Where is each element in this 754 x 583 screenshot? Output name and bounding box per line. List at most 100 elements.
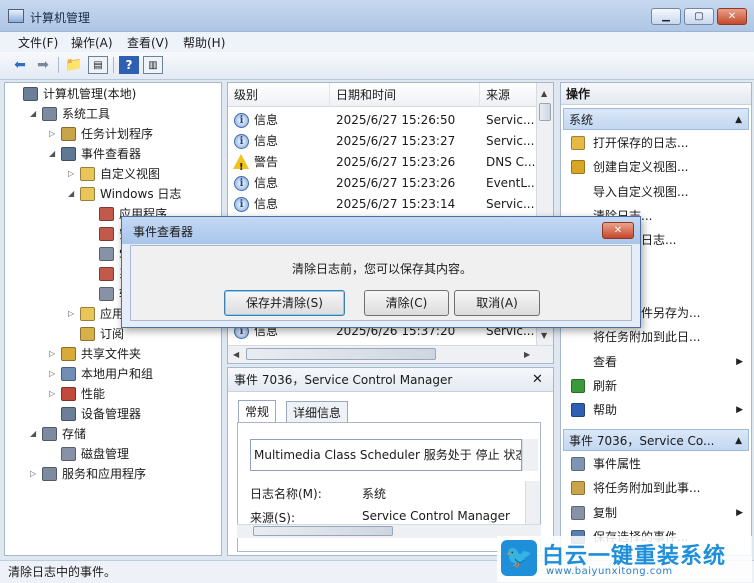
collapsed-arrow-icon[interactable]: ▷ (30, 464, 40, 484)
column-header-datetime[interactable]: 日期和时间 (330, 83, 480, 107)
expanded-arrow-icon[interactable]: ◢ (30, 424, 40, 444)
detail-scroll-thumb[interactable] (253, 526, 393, 536)
action-item-label: 创建自定义视图... (593, 160, 689, 175)
table-row[interactable]: ! 警告 2025/6/27 15:23:26 DNS C... (228, 152, 538, 173)
table-row[interactable]: i 信息 2025/6/27 15:23:14 Servic... (228, 194, 538, 215)
collapsed-arrow-icon[interactable]: ▷ (49, 384, 59, 404)
column-header-source[interactable]: 来源 (480, 83, 538, 107)
menu-file[interactable]: 文件(F) (18, 34, 58, 51)
up-folder-icon[interactable]: 📁 (64, 56, 84, 74)
tree-item[interactable]: ▷ 服务和应用程序 (5, 464, 221, 484)
dialog-title-bar[interactable]: 事件查看器 ✕ (122, 217, 640, 244)
collapsed-arrow-icon[interactable]: ▷ (49, 124, 59, 144)
close-window-button[interactable]: ✕ (717, 8, 747, 25)
dialog-close-button[interactable]: ✕ (602, 222, 634, 239)
actions-section-event[interactable]: 事件 7036，Service Co... ▲ (563, 429, 749, 451)
dialog-title: 事件查看器 (133, 225, 194, 239)
log-icon (99, 247, 114, 261)
action-item[interactable]: 将任务附加到此日... (565, 326, 749, 348)
scroll-left-arrow[interactable]: ◀ (233, 350, 239, 359)
actions-section-system[interactable]: 系统 ▲ (563, 108, 749, 130)
event-description[interactable]: Multimedia Class Scheduler 服务处于 停止 状态 (250, 439, 522, 471)
show-hide-action-pane-icon[interactable]: ▥ (143, 56, 163, 74)
row-level: 信息 (254, 176, 279, 190)
tree-item-label: 计算机管理(本地) (43, 87, 137, 101)
description-scrollbar[interactable] (522, 439, 538, 471)
computer-management-icon (8, 9, 24, 23)
tree-item[interactable]: 计算机管理(本地) (5, 84, 221, 104)
help-icon[interactable]: ? (119, 56, 139, 74)
cancel-button[interactable]: 取消(A) (454, 290, 540, 316)
menu-action[interactable]: 操作(A) (71, 34, 113, 51)
tree-item[interactable]: 设备管理器 (5, 404, 221, 424)
toolbar-separator (113, 57, 114, 73)
column-header-level[interactable]: 级别 (228, 83, 330, 107)
scroll-thumb[interactable] (539, 103, 551, 121)
tree-item[interactable]: ◢ 存储 (5, 424, 221, 444)
warning-icon: ! (233, 154, 249, 173)
expanded-arrow-icon[interactable]: ◢ (68, 184, 78, 204)
scroll-up-arrow[interactable]: ▲ (541, 89, 547, 98)
tab-details[interactable]: 详细信息 (286, 401, 349, 423)
collapsed-arrow-icon[interactable]: ▷ (68, 164, 78, 184)
action-item[interactable]: 复制 ▶ (565, 502, 749, 524)
collapse-arrow-icon[interactable]: ▲ (735, 109, 742, 129)
detail-horizontal-scrollbar[interactable] (237, 524, 541, 538)
tree-item[interactable]: ▷ 任务计划程序 (5, 124, 221, 144)
forward-arrow-icon[interactable]: ➡ (33, 56, 53, 74)
folder-icon (80, 307, 95, 321)
tree-item[interactable]: ◢ 事件查看器 (5, 144, 221, 164)
tree-item[interactable]: ▷ 共享文件夹 (5, 344, 221, 364)
scroll-down-arrow[interactable]: ▼ (541, 331, 547, 340)
table-row[interactable]: i 信息 2025/6/27 15:23:26 EventL... (228, 173, 539, 194)
collapsed-arrow-icon[interactable]: ▷ (49, 364, 59, 384)
list-horizontal-scrollbar[interactable]: ◀ ▶ (228, 345, 553, 363)
action-item[interactable]: 导入自定义视图... (565, 181, 749, 203)
action-item[interactable]: 帮助 ▶ (565, 399, 749, 421)
save-and-clear-button[interactable]: 保存并清除(S) (224, 290, 345, 316)
tree-item[interactable]: ▷ 性能 (5, 384, 221, 404)
collapsed-arrow-icon[interactable]: ▷ (68, 304, 78, 324)
menu-view[interactable]: 查看(V) (127, 34, 169, 51)
tree-item[interactable]: 磁盘管理 (5, 444, 221, 464)
device-manager-icon (61, 407, 76, 421)
collapsed-arrow-icon[interactable]: ▷ (49, 344, 59, 364)
tree-item-label: 本地用户和组 (81, 367, 154, 381)
action-item[interactable]: 将任务附加到此事... (565, 477, 749, 499)
action-item[interactable]: 事件属性 (565, 453, 749, 475)
back-arrow-icon[interactable]: ⬅ (10, 56, 30, 74)
table-row[interactable]: i 信息 2025/6/27 15:26:50 Servic... (228, 110, 538, 131)
action-item[interactable]: 打开保存的日志... (565, 132, 749, 154)
tools-icon (42, 107, 57, 121)
performance-icon (61, 387, 76, 401)
tree-item[interactable]: ▷ 本地用户和组 (5, 364, 221, 384)
tree-item-label: 磁盘管理 (81, 447, 130, 461)
scroll-right-arrow[interactable]: ▶ (524, 350, 530, 359)
tab-general[interactable]: 常规 (238, 400, 277, 423)
tree-item[interactable]: ▷ 自定义视图 (5, 164, 221, 184)
menu-help[interactable]: 帮助(H) (183, 34, 225, 51)
row-level: 信息 (254, 134, 279, 148)
minimize-button[interactable]: ▁ (651, 8, 681, 25)
show-hide-tree-icon[interactable]: ▤ (88, 56, 108, 74)
close-detail-icon[interactable]: ✕ (532, 372, 543, 387)
expanded-arrow-icon[interactable]: ◢ (49, 144, 59, 164)
log-icon (99, 267, 114, 281)
maximize-button[interactable]: ▢ (684, 8, 714, 25)
action-item[interactable]: 查看 ▶ (565, 351, 749, 373)
clear-button[interactable]: 清除(C) (364, 290, 449, 316)
expanded-arrow-icon[interactable]: ◢ (30, 104, 40, 124)
table-row[interactable]: i 信息 2025/6/27 15:23:27 Servic... (228, 131, 538, 152)
event-detail-pane: 事件 7036，Service Control Manager ✕ 常规 详细信… (227, 367, 554, 556)
tree-item[interactable]: ◢ 系统工具 (5, 104, 221, 124)
row-level: 信息 (254, 197, 279, 211)
copy-icon (571, 505, 585, 520)
window-title: 计算机管理 (30, 11, 91, 25)
scroll-thumb-horizontal[interactable] (246, 348, 436, 360)
open-log-icon (571, 136, 585, 150)
tree-item[interactable]: ◢ Windows 日志 (5, 184, 221, 204)
action-item[interactable]: 刷新 (565, 375, 749, 397)
window-title-bar[interactable] (0, 0, 754, 32)
action-item[interactable]: 创建自定义视图... (565, 156, 749, 178)
collapse-arrow-icon[interactable]: ▲ (735, 430, 742, 450)
